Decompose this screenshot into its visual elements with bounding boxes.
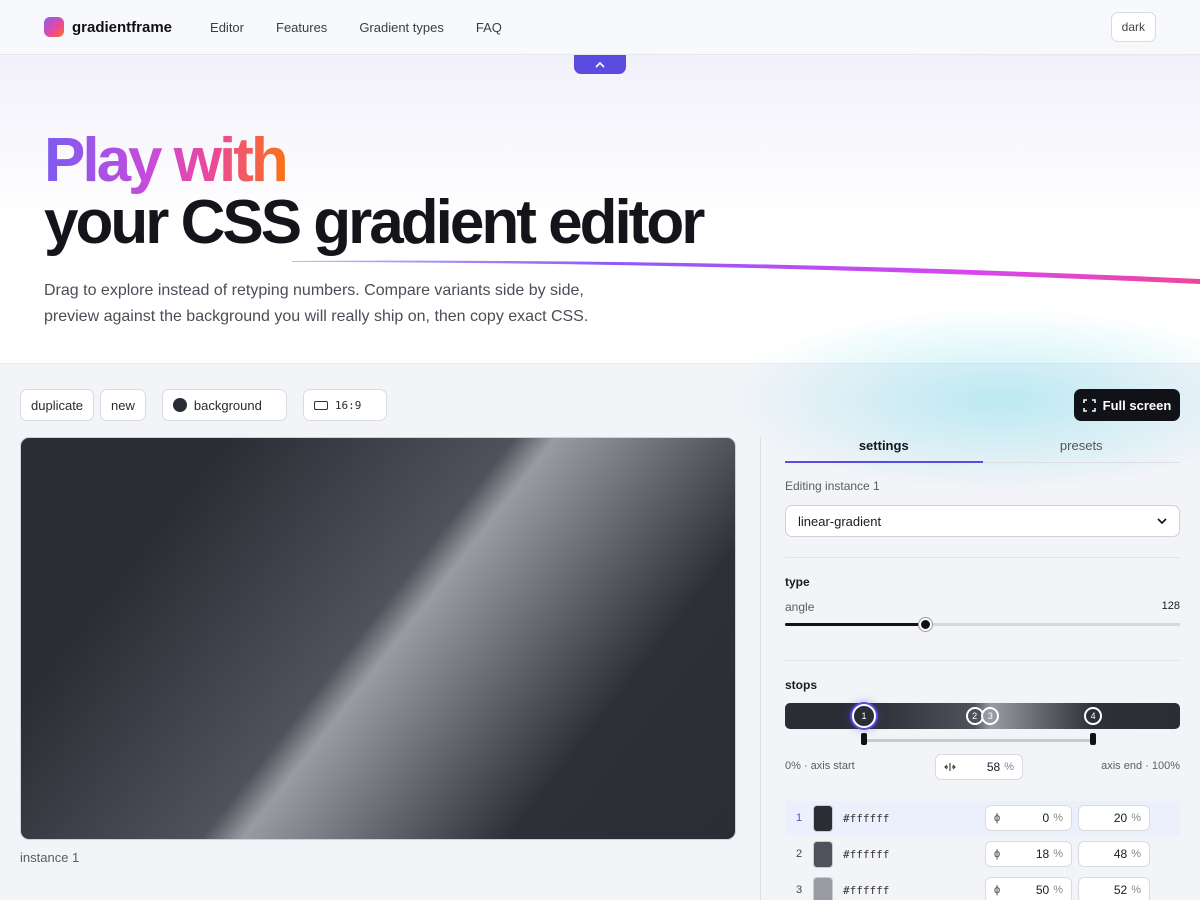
tab-settings[interactable]: settings xyxy=(785,437,983,463)
nav-link-editor[interactable]: Editor xyxy=(210,20,244,35)
gradient-type-value: linear-gradient xyxy=(798,513,882,529)
editor-toolbar: duplicate new background 16:9 xyxy=(20,389,393,421)
angle-slider-thumb[interactable] xyxy=(919,618,933,631)
instance-label: instance 1 xyxy=(20,850,80,865)
panel-tabs: settings presets xyxy=(785,437,1180,463)
position-icon: ϕ xyxy=(994,848,1001,860)
hero-title-gradient: Play with xyxy=(44,126,289,195)
percent-unit: % xyxy=(1131,848,1141,860)
stop-position-input[interactable]: ϕ 0 % xyxy=(985,805,1072,831)
stop-position-value: 0 xyxy=(1042,811,1050,825)
gradient-preview[interactable] xyxy=(20,437,736,840)
stop-position-input[interactable]: ϕ 50 % xyxy=(985,877,1072,900)
position-icon: ϕ xyxy=(994,884,1001,896)
axis-range-track xyxy=(864,739,1094,742)
stop-color-swatch[interactable] xyxy=(813,840,833,868)
stop-hex: #ffffff xyxy=(843,883,890,897)
nav-link-faq[interactable]: FAQ xyxy=(476,20,502,35)
angle-slider-fill xyxy=(785,623,926,626)
chevron-down-icon xyxy=(1157,518,1167,524)
brand-name[interactable]: gradientframe xyxy=(72,19,172,36)
stops-bar[interactable]: 1234 xyxy=(785,703,1180,729)
section-divider xyxy=(785,660,1180,661)
panel-divider xyxy=(760,437,761,900)
percent-unit: % xyxy=(1131,884,1141,896)
stop-row[interactable]: 1 #ffffff ϕ 0 % 20 % xyxy=(785,801,1180,835)
stop-position-value: 18 xyxy=(1035,847,1050,861)
percent-unit: % xyxy=(1004,761,1014,773)
fullscreen-icon xyxy=(1082,398,1096,412)
stop-index: 2 xyxy=(795,848,803,860)
hero-title: your CSS gradient editor xyxy=(44,188,705,257)
stops-section-title: stops xyxy=(785,678,818,692)
stop-row[interactable]: 3 #ffffff ϕ 50 % 52 % xyxy=(785,873,1180,900)
stop-handle[interactable]: 4 xyxy=(1084,707,1103,725)
logo-icon xyxy=(44,17,64,37)
midpoint-value: 58 xyxy=(986,760,1001,774)
gradient-type-select[interactable]: linear-gradient xyxy=(785,505,1180,537)
fullscreen-button[interactable]: Full screen xyxy=(1074,389,1180,421)
stop-end-input[interactable]: 48 % xyxy=(1078,841,1150,867)
hero-section: Play with your CSS gradient editor Drag … xyxy=(0,56,1200,364)
aspect-ratio-icon xyxy=(313,400,328,410)
stop-index: 1 xyxy=(795,812,803,824)
aspect-ratio-button[interactable]: 16:9 xyxy=(302,389,387,421)
stop-hex: #ffffff xyxy=(843,811,890,825)
axis-end-handle[interactable] xyxy=(1090,733,1096,745)
stop-handle[interactable]: 3 xyxy=(981,707,1000,725)
nav-link-features[interactable]: Features xyxy=(276,20,327,35)
percent-unit: % xyxy=(1053,884,1063,896)
stop-end-input[interactable]: 52 % xyxy=(1078,877,1150,900)
top-nav: gradientframe Editor Features Gradient t… xyxy=(0,0,1200,55)
background-swatch-icon xyxy=(172,398,187,412)
stop-position-input[interactable]: ϕ 18 % xyxy=(985,841,1072,867)
percent-unit: % xyxy=(1053,812,1063,824)
stop-color-swatch[interactable] xyxy=(813,876,833,900)
axis-start-label: 0% · axis start xyxy=(785,760,855,772)
midpoint-icon xyxy=(944,763,956,771)
fullscreen-label: Full screen xyxy=(1102,397,1172,413)
axis-start-handle[interactable] xyxy=(861,733,867,745)
angle-label: angle xyxy=(785,600,815,614)
axis-end-label: axis end · 100% xyxy=(1101,760,1180,772)
stop-position-value: 50 xyxy=(1035,883,1050,897)
editing-instance-label: Editing instance 1 xyxy=(785,479,880,493)
duplicate-button[interactable]: duplicate xyxy=(20,389,95,421)
hero-description: Drag to explore instead of retyping numb… xyxy=(44,282,589,325)
stop-row[interactable]: 2 #ffffff ϕ 18 % 48 % xyxy=(785,837,1180,871)
type-section-title: type xyxy=(785,575,810,589)
nav-link-gradient-types[interactable]: Gradient types xyxy=(359,20,444,35)
section-divider xyxy=(785,557,1180,558)
stop-end-value: 52 xyxy=(1113,883,1128,897)
angle-value: 128 xyxy=(1161,600,1180,612)
midpoint-input[interactable]: 58 % xyxy=(935,754,1023,780)
angle-slider[interactable] xyxy=(785,618,1180,631)
percent-unit: % xyxy=(1131,812,1141,824)
background-picker-button[interactable]: background xyxy=(161,389,287,421)
stop-end-value: 20 xyxy=(1113,811,1128,825)
theme-toggle-button[interactable]: dark xyxy=(1110,12,1156,42)
stop-end-input[interactable]: 20 % xyxy=(1078,805,1150,831)
aspect-ratio-label: 16:9 xyxy=(334,398,362,412)
stop-end-value: 48 xyxy=(1113,847,1128,861)
chevron-up-icon xyxy=(595,61,605,68)
stop-handle[interactable]: 1 xyxy=(852,704,876,728)
tab-presets[interactable]: presets xyxy=(983,437,1181,462)
stop-hex: #ffffff xyxy=(843,847,890,861)
percent-unit: % xyxy=(1053,848,1063,860)
stop-color-swatch[interactable] xyxy=(813,804,833,832)
background-label: background xyxy=(193,397,262,413)
collapse-hero-button[interactable] xyxy=(574,55,626,74)
position-icon: ϕ xyxy=(994,812,1001,824)
new-button[interactable]: new xyxy=(100,389,146,421)
stop-index: 3 xyxy=(795,884,803,896)
nav-links: Editor Features Gradient types FAQ xyxy=(210,20,534,35)
